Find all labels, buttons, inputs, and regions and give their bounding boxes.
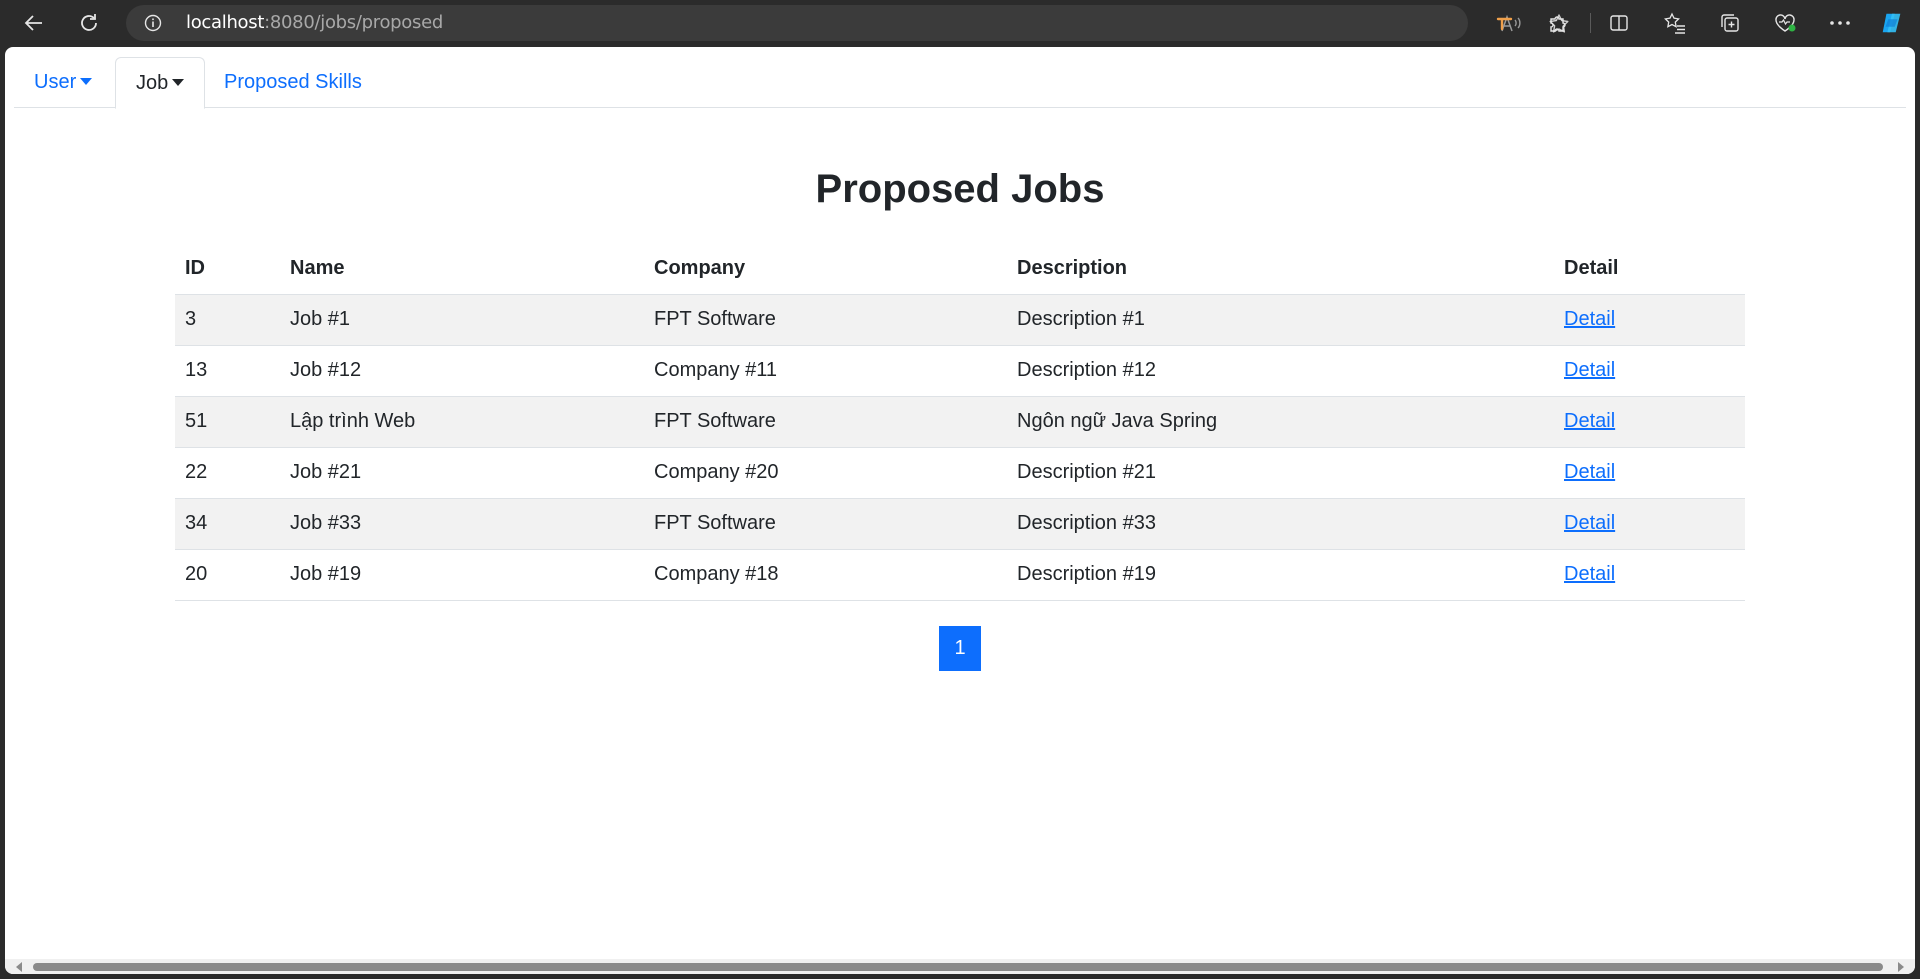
split-screen-icon[interactable] <box>1606 10 1632 36</box>
tab-user-label: User <box>34 71 77 93</box>
cell-id: 34 <box>175 498 280 550</box>
cell-id: 13 <box>175 345 280 397</box>
cell-detail: Detail <box>1554 345 1745 397</box>
cell-detail: Detail <box>1554 549 1745 601</box>
cell-description: Ngôn ngữ Java Spring <box>1007 396 1554 448</box>
table-row: 51 Lập trình Web FPT Software Ngôn ngữ J… <box>175 396 1745 448</box>
cell-name: Job #33 <box>280 498 644 550</box>
copilot-icon[interactable] <box>1879 10 1905 36</box>
table-header-row: ID Name Company Description Detail <box>175 243 1745 295</box>
detail-link[interactable]: Detail <box>1564 359 1615 381</box>
cell-company: Company #11 <box>644 345 1007 397</box>
detail-link[interactable]: Detail <box>1564 563 1615 585</box>
page-viewport: User Job Proposed Skills Proposed Jobs I… <box>5 47 1915 974</box>
toolbar-separator <box>1590 13 1591 33</box>
table-row: 22 Job #21 Company #20 Description #21 D… <box>175 447 1745 499</box>
column-header-detail: Detail <box>1554 243 1745 295</box>
tab-job[interactable]: Job <box>115 57 206 109</box>
column-header-id: ID <box>175 243 280 295</box>
cell-name: Job #21 <box>280 447 644 499</box>
detail-link[interactable]: Detail <box>1564 410 1615 432</box>
cell-id: 3 <box>175 294 280 346</box>
nav-tabs: User Job Proposed Skills <box>14 57 1906 109</box>
extensions-puzzle-icon[interactable] <box>1545 10 1571 36</box>
collections-icon[interactable] <box>1717 10 1743 36</box>
cell-description: Description #1 <box>1007 294 1554 346</box>
table-row: 20 Job #19 Company #18 Description #19 D… <box>175 549 1745 601</box>
browser-essentials-heart-icon[interactable] <box>1772 10 1798 36</box>
refresh-icon[interactable] <box>71 7 107 39</box>
cell-description: Description #33 <box>1007 498 1554 550</box>
detail-link[interactable]: Detail <box>1564 512 1615 534</box>
column-header-name: Name <box>280 243 644 295</box>
page-title: Proposed Jobs <box>815 167 1105 211</box>
cell-name: Lập trình Web <box>280 396 644 448</box>
tab-proposed-skills-label: Proposed Skills <box>224 71 362 93</box>
caret-down-icon <box>172 78 185 86</box>
cell-detail: Detail <box>1554 396 1745 448</box>
cell-company: Company #18 <box>644 549 1007 601</box>
cell-detail: Detail <box>1554 498 1745 550</box>
browser-toolbar: localhost:8080/jobs/proposed <box>0 0 1920 46</box>
cell-detail: Detail <box>1554 447 1745 499</box>
address-bar[interactable]: localhost:8080/jobs/proposed <box>126 5 1569 41</box>
scrollbar-thumb[interactable] <box>33 963 1883 971</box>
cell-id: 51 <box>175 396 280 448</box>
cell-company: FPT Software <box>644 294 1007 346</box>
cell-description: Description #19 <box>1007 549 1554 601</box>
scroll-left-arrow-icon[interactable] <box>13 961 25 972</box>
detail-link[interactable]: Detail <box>1564 461 1615 483</box>
tab-user[interactable]: User <box>14 57 112 108</box>
cell-company: FPT Software <box>644 498 1007 550</box>
table-row: 34 Job #33 FPT Software Description #33 … <box>175 498 1745 550</box>
cell-id: 22 <box>175 447 280 499</box>
cell-name: Job #19 <box>280 549 644 601</box>
tab-job-label: Job <box>136 72 169 94</box>
caret-down-icon <box>80 77 93 85</box>
cell-detail: Detail <box>1554 294 1745 346</box>
pagination-page-button[interactable]: 1 <box>939 626 981 671</box>
extension-t-icon[interactable] <box>1492 10 1518 36</box>
detail-link[interactable]: Detail <box>1564 308 1615 330</box>
column-header-description: Description <box>1007 243 1554 295</box>
cell-company: Company #20 <box>644 447 1007 499</box>
scroll-right-arrow-icon[interactable] <box>1895 961 1907 972</box>
cell-id: 20 <box>175 549 280 601</box>
table-row: 3 Job #1 FPT Software Description #1 Det… <box>175 294 1745 346</box>
horizontal-scrollbar[interactable] <box>5 959 1915 974</box>
table-row: 13 Job #12 Company #11 Description #12 D… <box>175 345 1745 397</box>
tab-proposed-skills[interactable]: Proposed Skills <box>204 57 382 108</box>
column-header-company: Company <box>644 243 1007 295</box>
cell-company: FPT Software <box>644 396 1007 448</box>
cell-name: Job #12 <box>280 345 644 397</box>
cell-description: Description #12 <box>1007 345 1554 397</box>
back-arrow-icon[interactable] <box>16 7 52 39</box>
jobs-table: ID Name Company Description Detail 3 Job… <box>175 243 1745 601</box>
cell-description: Description #21 <box>1007 447 1554 499</box>
cell-name: Job #1 <box>280 294 644 346</box>
url-text: localhost:8080/jobs/proposed <box>186 12 443 33</box>
favorites-list-icon[interactable] <box>1662 10 1688 36</box>
more-options-icon[interactable] <box>1827 10 1853 36</box>
site-info-icon[interactable] <box>144 14 162 32</box>
